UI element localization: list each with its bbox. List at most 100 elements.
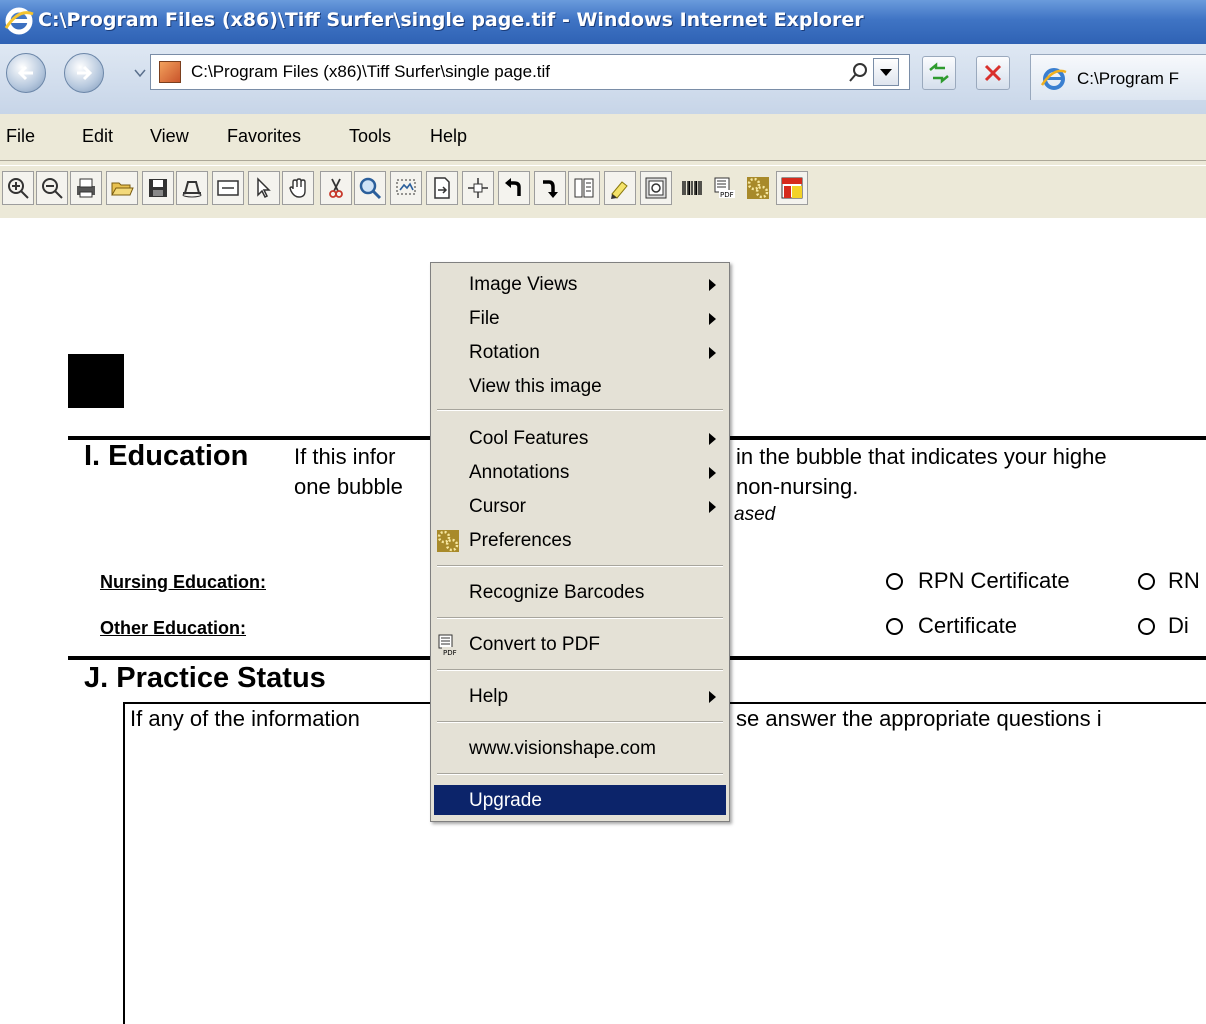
hand-pan-icon xyxy=(289,178,306,198)
magnify-button[interactable] xyxy=(354,171,386,205)
address-url[interactable]: C:\Program Files (x86)\Tiff Surfer\singl… xyxy=(191,62,550,82)
center-icon xyxy=(468,178,488,198)
cut-button[interactable] xyxy=(320,171,352,205)
menu-item-recognize-barcodes[interactable]: Recognize Barcodes xyxy=(434,577,726,607)
hand-pan-button[interactable] xyxy=(282,171,314,205)
stop-button[interactable] xyxy=(976,56,1010,90)
submenu-arrow-icon xyxy=(709,279,716,291)
menu-file[interactable]: File xyxy=(6,126,35,147)
menu-item-label: Help xyxy=(469,686,509,707)
menu-item-label: www.visionshape.com xyxy=(469,738,656,759)
menu-separator xyxy=(437,721,723,723)
zoom-in-icon xyxy=(8,178,29,199)
forward-button[interactable] xyxy=(64,53,104,93)
forward-arrow-icon xyxy=(77,65,93,81)
address-dropdown-button[interactable] xyxy=(873,58,899,86)
menu-favorites[interactable]: Favorites xyxy=(227,126,301,147)
menu-item-file[interactable]: File xyxy=(434,303,726,333)
submenu-arrow-icon xyxy=(709,501,716,513)
rpn-certificate-bubble[interactable] xyxy=(886,573,903,590)
menu-item-annotations[interactable]: Annotations xyxy=(434,457,726,487)
menu-item-rotation[interactable]: Rotation xyxy=(434,337,726,367)
menu-item-cursor[interactable]: Cursor xyxy=(434,491,726,521)
center-button[interactable] xyxy=(462,171,494,205)
menu-tools[interactable]: Tools xyxy=(349,126,391,147)
preferences-icon xyxy=(437,530,459,552)
preferences-button[interactable] xyxy=(742,171,774,205)
menu-edit[interactable]: Edit xyxy=(82,126,113,147)
save-button[interactable] xyxy=(142,171,174,205)
fit-page-icon xyxy=(434,177,450,199)
pdf-icon: PDF xyxy=(714,177,735,199)
back-arrow-icon xyxy=(17,65,33,81)
menu-item-visionshape-link[interactable]: www.visionshape.com xyxy=(434,733,726,763)
upgrade-icon xyxy=(781,177,803,199)
menu-item-view-this-image[interactable]: View this image xyxy=(434,371,726,401)
image-properties-button[interactable] xyxy=(640,171,672,205)
tiff-toolbar: PDF xyxy=(0,166,1206,218)
tiff-file-icon xyxy=(159,61,181,83)
certificate-bubble[interactable] xyxy=(886,618,903,635)
section-j-title: J. Practice Status xyxy=(84,662,326,694)
zoom-out-icon xyxy=(42,178,63,199)
section-i-title: I. Education xyxy=(84,440,249,472)
menu-item-upgrade[interactable]: Upgrade xyxy=(434,785,726,815)
refresh-icon xyxy=(929,62,949,84)
open-folder-icon xyxy=(111,182,134,196)
section-i-text-line1-right: in the bubble that indicates your highe xyxy=(736,444,1107,469)
address-bar[interactable]: C:\Program Files (x86)\Tiff Surfer\singl… xyxy=(150,54,910,90)
menu-item-image-views[interactable]: Image Views xyxy=(434,269,726,299)
annotate-button[interactable] xyxy=(604,171,636,205)
menu-item-label: Convert to PDF xyxy=(469,634,600,655)
barcode-icon xyxy=(682,181,702,195)
section-i-text-line2-right: non-nursing. xyxy=(736,474,859,499)
rotate-right-button[interactable] xyxy=(534,171,566,205)
rn-bubble[interactable] xyxy=(1138,573,1155,590)
annotate-icon xyxy=(611,181,628,199)
recent-pages-dropdown-icon[interactable] xyxy=(134,68,146,78)
select-region-button[interactable] xyxy=(390,171,422,205)
fit-width-button[interactable] xyxy=(212,171,244,205)
rotate-left-button[interactable] xyxy=(498,171,530,205)
menu-item-label: Recognize Barcodes xyxy=(469,582,645,603)
fit-page-button[interactable] xyxy=(426,171,458,205)
title-bar: C:\Program Files (x86)\Tiff Surfer\singl… xyxy=(0,0,1206,44)
back-button[interactable] xyxy=(6,53,46,93)
open-button[interactable] xyxy=(106,171,138,205)
menu-bar: File Edit View Favorites Tools Help xyxy=(0,114,1206,160)
submenu-arrow-icon xyxy=(709,433,716,445)
menu-item-label: Cursor xyxy=(469,496,527,517)
zoom-out-button[interactable] xyxy=(36,171,68,205)
chevron-down-icon xyxy=(880,69,892,76)
context-menu: Image Views File Rotation View this imag… xyxy=(430,262,730,822)
section-i-text-line1-left: If this infor xyxy=(294,444,396,469)
search-icon[interactable] xyxy=(848,61,870,83)
pdf-button[interactable]: PDF xyxy=(708,171,740,205)
upgrade-button[interactable] xyxy=(776,171,808,205)
menu-item-convert-to-pdf[interactable]: PDF Convert to PDF xyxy=(434,629,726,659)
diploma-bubble[interactable] xyxy=(1138,618,1155,635)
thumbnails-button[interactable] xyxy=(568,171,600,205)
browser-tab[interactable]: C:\Program F xyxy=(1030,54,1206,100)
rn-label: RN xyxy=(1168,568,1200,593)
section-i-text-line3-right: ased xyxy=(734,504,776,525)
refresh-button[interactable] xyxy=(922,56,956,90)
zoom-in-button[interactable] xyxy=(2,171,34,205)
menu-help[interactable]: Help xyxy=(430,126,467,147)
select-region-icon xyxy=(396,179,416,195)
scan-button[interactable] xyxy=(176,171,208,205)
menu-separator xyxy=(437,773,723,775)
menu-item-cool-features[interactable]: Cool Features xyxy=(434,423,726,453)
menu-separator xyxy=(437,409,723,411)
nursing-education-label: Nursing Education: xyxy=(100,572,266,592)
print-button[interactable] xyxy=(70,171,102,205)
menu-item-label: Rotation xyxy=(469,342,540,363)
menu-item-preferences[interactable]: Preferences xyxy=(434,525,726,555)
menu-view[interactable]: View xyxy=(150,126,189,147)
pointer-button[interactable] xyxy=(248,171,280,205)
menu-item-label: Annotations xyxy=(469,462,570,483)
menu-item-help[interactable]: Help xyxy=(434,681,726,711)
barcode-button[interactable] xyxy=(676,171,708,205)
certificate-label: Certificate xyxy=(918,613,1018,638)
tab-label: C:\Program F xyxy=(1077,69,1180,88)
